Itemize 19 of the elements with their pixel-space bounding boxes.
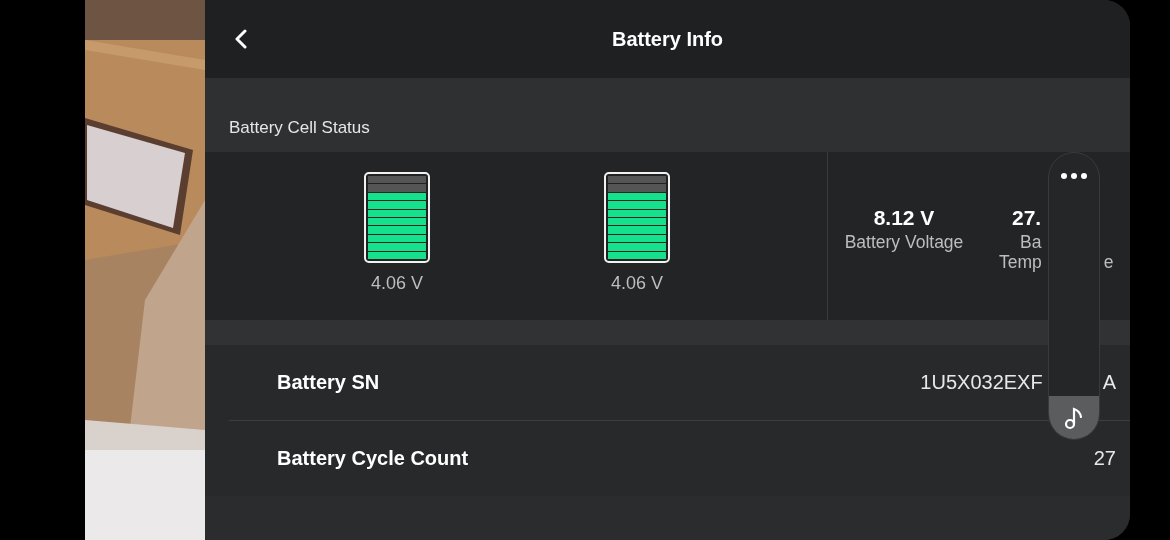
stat-value: 8.12 V [873,206,935,230]
row-value: 1U5X032EXF [920,371,1043,394]
back-icon[interactable] [235,29,247,49]
row-value: 27 [1093,447,1116,470]
stat-label: e [1103,252,1114,272]
page-title: Battery Info [611,27,724,51]
music-note-icon [1064,405,1084,430]
stat-label: Temp [999,252,1042,272]
row-label: Battery SN [277,371,380,394]
row-label: Battery Cycle Count [277,447,469,470]
stat-label: Battery Voltage [844,232,964,252]
cell-voltage: 4.06 V [370,273,423,294]
more-icon[interactable] [1061,173,1087,179]
row-value: A [1102,371,1116,394]
section-title: Battery Cell Status [229,118,370,138]
stat-value: 27. [1012,206,1042,230]
music-button[interactable] [1049,396,1099,439]
cell-voltage: 4.06 V [610,273,663,294]
stat-label: Ba [1020,232,1042,252]
